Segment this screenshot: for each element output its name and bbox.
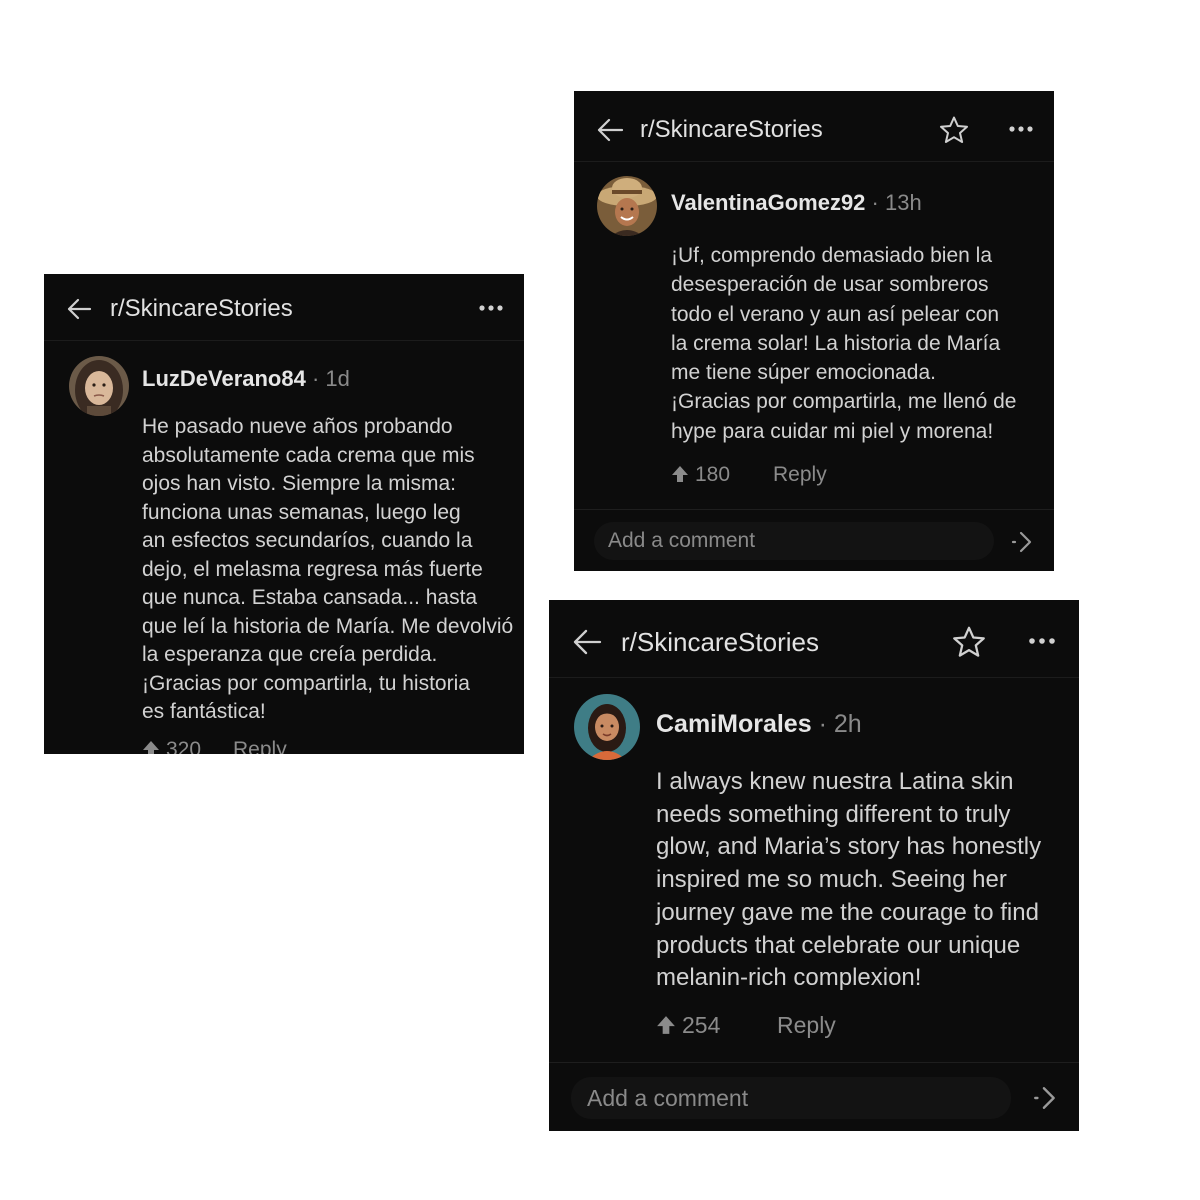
comment-line: melanin-rich complexion! <box>656 964 922 992</box>
separator: · <box>311 366 320 391</box>
comment-line: He pasado nueve años probando <box>142 415 453 438</box>
comment-line: que leí la historia de María. Me devolvi… <box>142 614 514 638</box>
send-icon[interactable] <box>1011 530 1033 554</box>
star-icon[interactable] <box>952 625 986 659</box>
send-icon[interactable] <box>1033 1085 1057 1111</box>
upvote-count: 254 <box>682 1012 721 1038</box>
username-text[interactable]: LuzDeVerano84 <box>142 366 306 391</box>
username[interactable]: ValentinaGomez92 · 13h <box>671 190 922 216</box>
reply-button[interactable]: Reply <box>773 463 827 487</box>
add-comment-input[interactable]: Add a comment <box>571 1077 1011 1119</box>
comment-line: I always knew nuestra Latina skin <box>656 768 1014 795</box>
comment-line: ¡Uf, comprendo demasiado bien la <box>671 244 993 267</box>
comment-card-cami: r/SkincareStories CamiMorales · 2h I alw… <box>549 600 1079 1131</box>
more-icon[interactable] <box>1028 637 1056 645</box>
subreddit-title[interactable]: r/SkincareStories <box>621 627 819 658</box>
comment-line: me tiene súper emocionada. <box>671 361 936 385</box>
comment-line: funciona unas semanas, luego leg <box>142 500 461 524</box>
comment-line: todo el verano y aun así pelear con <box>671 302 1000 326</box>
comment-bar: Add a comment <box>549 1062 1079 1131</box>
comment-line: es fantástica! <box>142 700 266 723</box>
comment-line: products that celebrate our unique <box>656 931 1021 959</box>
username[interactable]: LuzDeVerano84 · 1d <box>142 366 350 392</box>
upvote-button[interactable]: 180 <box>671 463 730 487</box>
comment-body: ¡Uf, comprendo demasiado bien la desespe… <box>671 241 1016 446</box>
reply-button[interactable]: Reply <box>233 738 287 754</box>
upvote-button[interactable]: 320 <box>142 738 201 754</box>
add-comment-input[interactable]: Add a comment <box>594 522 994 560</box>
username-text[interactable]: ValentinaGomez92 <box>671 190 865 215</box>
upvote-icon <box>672 466 688 482</box>
card-header: r/SkincareStories <box>44 274 524 341</box>
comment-body: He pasado nueve años probando absolutame… <box>142 413 513 727</box>
card-header: r/SkincareStories <box>549 600 1079 678</box>
comment-line: ¡Gracias por compartirla, me llenó de <box>671 390 1017 414</box>
comment-line: glow, and Maria’s story has honestly <box>656 833 1042 861</box>
back-arrow-icon[interactable] <box>596 116 624 144</box>
more-icon[interactable] <box>1008 125 1034 133</box>
comment-line: la esperanza que creía perdida. <box>142 643 438 666</box>
separator: · <box>818 710 827 738</box>
more-icon[interactable] <box>478 304 504 312</box>
comment-line: inspired me so much. Seeing her <box>656 866 1007 894</box>
upvote-button[interactable]: 254 <box>656 1012 720 1039</box>
upvote-count: 320 <box>166 738 202 754</box>
star-icon[interactable] <box>939 115 969 145</box>
comment-body: I always knew nuestra Latina skin needs … <box>656 766 1041 995</box>
subreddit-title[interactable]: r/SkincareStories <box>110 295 293 323</box>
back-arrow-icon[interactable] <box>66 296 92 322</box>
comment-line: needs something different to truly <box>656 800 1011 828</box>
username[interactable]: CamiMorales · 2h <box>656 710 862 739</box>
avatar[interactable] <box>574 694 640 760</box>
comment-age: 13h <box>885 190 922 215</box>
username-text[interactable]: CamiMorales <box>656 710 812 738</box>
comment-line: hype para cuidar mi piel y morena! <box>671 419 994 443</box>
comment-line: ¡Gracias por compartirla, tu historia <box>142 671 470 695</box>
reply-button[interactable]: Reply <box>777 1012 836 1039</box>
comment-line: an esfectos secundaríos, cuando la <box>142 529 473 552</box>
subreddit-title[interactable]: r/SkincareStories <box>640 116 823 144</box>
comment-line: ojos han visto. Siempre la misma: <box>142 472 456 495</box>
comment-line: journey gave me the courage to find <box>656 898 1039 926</box>
comment-age: 2h <box>833 710 862 738</box>
separator: · <box>871 190 879 215</box>
comment-line: absolutamente cada crema que mis <box>142 443 475 467</box>
comment-line: que nunca. Estaba cansada... hasta <box>142 586 478 609</box>
comment-age: 1d <box>325 366 350 391</box>
comment-line: dejo, el melasma regresa más fuerte <box>142 557 483 581</box>
card-header: r/SkincareStories <box>574 91 1054 162</box>
avatar[interactable] <box>69 356 129 416</box>
comment-card-luz: r/SkincareStories LuzDeVerano84 · 1d He … <box>44 274 524 754</box>
comment-line: la crema solar! La historia de María <box>671 331 1001 355</box>
comment-bar: Add a comment <box>574 509 1054 571</box>
back-arrow-icon[interactable] <box>572 627 602 657</box>
avatar[interactable] <box>597 176 657 236</box>
comment-card-valentina: r/SkincareStories ValentinaGomez92 · 13h… <box>574 91 1054 571</box>
comment-line: desesperación de usar sombreros <box>671 273 989 297</box>
upvote-count: 180 <box>695 463 731 486</box>
upvote-icon <box>657 1016 675 1034</box>
upvote-icon <box>143 741 159 754</box>
